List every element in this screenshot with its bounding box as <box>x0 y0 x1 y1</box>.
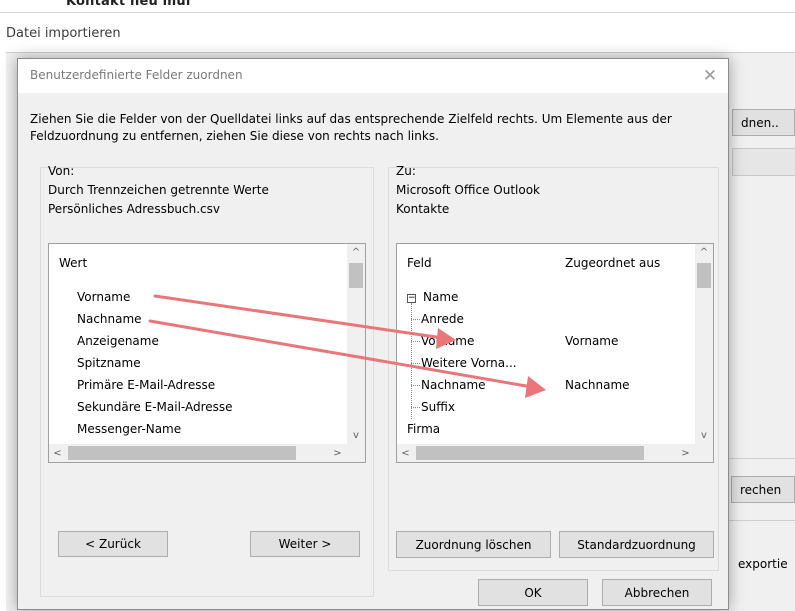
list-item[interactable]: Vorname <box>77 289 130 306</box>
target-fields-list[interactable]: Feld Zugeordnet aus − Name Anrede Vornam… <box>396 243 714 463</box>
default-mapping-button[interactable]: Standardzuordnung <box>559 531 714 558</box>
background-map-button[interactable]: dnen.. <box>732 109 795 136</box>
from-label: Von: <box>48 164 75 178</box>
source-scroll-thumb[interactable] <box>349 263 363 288</box>
next-button[interactable]: Weiter > <box>250 531 360 557</box>
background-cancel-button[interactable]: rechen <box>731 476 795 503</box>
background-field <box>732 148 795 176</box>
scroll-left-icon[interactable]: < <box>49 444 66 462</box>
list-item[interactable]: Primäre E-Mail-Adresse <box>77 377 215 394</box>
list-item[interactable]: Spitzname <box>77 355 141 372</box>
tree-connector <box>411 407 420 408</box>
tree-connector <box>411 341 420 342</box>
tree-connector <box>411 303 412 419</box>
source-type: Durch Trennzeichen getrennte Werte <box>48 183 269 197</box>
import-window-title: Datei importieren <box>6 26 121 41</box>
source-vertical-scrollbar[interactable]: ^ v <box>347 244 365 444</box>
background-top-text: Kontakt neu mul <box>66 0 191 9</box>
target-hscroll-thumb[interactable] <box>416 446 644 460</box>
tree-group-name[interactable]: Name <box>423 289 458 306</box>
scroll-right-icon[interactable]: > <box>677 444 694 462</box>
background-separator <box>729 458 795 459</box>
source-horizontal-scrollbar[interactable]: < > <box>49 444 365 462</box>
scroll-up-icon[interactable]: ^ <box>695 244 713 261</box>
collapse-icon[interactable]: − <box>407 294 416 303</box>
scroll-down-icon[interactable]: v <box>347 427 365 444</box>
list-item[interactable]: Anzeigename <box>77 333 159 350</box>
list-item[interactable]: Nachname <box>77 311 142 328</box>
source-fields-list[interactable]: Wert Vorname Nachname Anzeigename Spitzn… <box>48 243 366 463</box>
to-label: Zu: <box>396 164 416 178</box>
scroll-right-icon[interactable]: > <box>329 444 346 462</box>
target-vertical-scrollbar[interactable]: ^ v <box>695 244 713 444</box>
mapped-value: Nachname <box>565 378 630 392</box>
dialog-instructions: Ziehen Sie die Felder von der Quelldatei… <box>30 112 672 143</box>
target-horizontal-scrollbar[interactable]: < > <box>397 444 713 462</box>
scroll-up-icon[interactable]: ^ <box>347 244 365 261</box>
tree-field[interactable]: Nachname <box>421 377 486 394</box>
source-file: Persönliches Adressbuch.csv <box>48 202 221 216</box>
tree-field[interactable]: Vorname <box>421 333 474 350</box>
background-export-text: exportie <box>738 557 788 571</box>
scroll-left-icon[interactable]: < <box>397 444 414 462</box>
close-icon[interactable]: ✕ <box>698 64 722 88</box>
target-scroll-thumb[interactable] <box>697 263 711 288</box>
ok-button[interactable]: OK <box>478 579 588 606</box>
target-col-mapped[interactable]: Zugeordnet aus <box>565 256 660 270</box>
tree-field[interactable]: Weitere Vorna... <box>421 355 517 372</box>
mapped-value: Vorname <box>565 334 619 348</box>
dialog-title: Benutzerdefinierte Felder zuordnen <box>30 68 243 82</box>
target-col-field[interactable]: Feld <box>407 256 432 270</box>
map-custom-fields-dialog: Benutzerdefinierte Felder zuordnen ✕ Zie… <box>17 58 729 610</box>
target-app: Microsoft Office Outlook <box>396 183 540 197</box>
background-separator-2 <box>729 520 795 521</box>
background-divider <box>0 12 795 13</box>
source-list-header: Wert <box>59 256 88 270</box>
tree-connector <box>411 319 420 320</box>
clear-mapping-button[interactable]: Zuordnung löschen <box>396 531 551 558</box>
scroll-down-icon[interactable]: v <box>695 427 713 444</box>
tree-connector <box>411 363 420 364</box>
list-item[interactable]: Sekundäre E-Mail-Adresse <box>77 399 233 416</box>
tree-field[interactable]: Anrede <box>421 311 464 328</box>
source-hscroll-thumb[interactable] <box>68 446 296 460</box>
target-folder: Kontakte <box>396 202 450 216</box>
cancel-button[interactable]: Abbrechen <box>602 579 712 606</box>
back-button[interactable]: < Zurück <box>58 531 168 557</box>
tree-connector <box>411 385 420 386</box>
list-item[interactable]: Messenger-Name <box>77 421 181 438</box>
tree-group-firma[interactable]: Firma <box>407 421 440 438</box>
tree-field[interactable]: Suffix <box>421 399 455 416</box>
